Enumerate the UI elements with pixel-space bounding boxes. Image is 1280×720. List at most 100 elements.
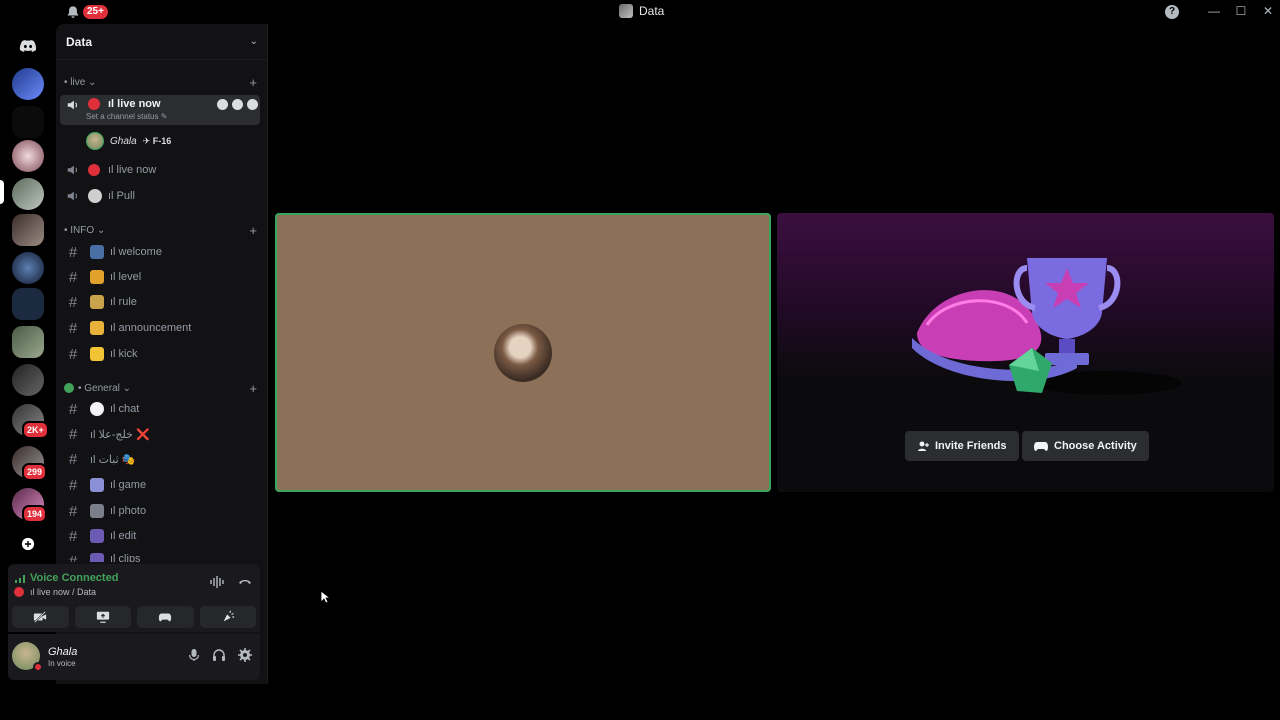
- hashtag-icon: #: [68, 425, 78, 443]
- red-circle-icon: [14, 587, 24, 597]
- guild-name: Data: [66, 34, 93, 49]
- mouse-cursor-icon: [320, 590, 330, 604]
- hashtag-icon: #: [68, 476, 78, 494]
- voice-status-text: Voice Connected: [30, 572, 119, 584]
- headphones-icon[interactable]: [212, 648, 226, 662]
- voice-channel-pull[interactable]: ıl Pull: [60, 184, 260, 208]
- hashtag-icon: #: [68, 293, 78, 311]
- trophy-icon: [90, 270, 104, 284]
- noise-suppression-icon[interactable]: [210, 576, 224, 588]
- speaker-icon: [67, 165, 78, 175]
- server-icon[interactable]: [12, 178, 44, 210]
- server-icon[interactable]: [12, 288, 44, 320]
- text-channel-clips[interactable]: # ıl clips: [60, 550, 260, 562]
- text-channel-game[interactable]: # ıl game: [60, 473, 260, 497]
- channel-status-placeholder[interactable]: Set a channel status ✎: [86, 112, 167, 121]
- status-indicator-icon: [33, 662, 43, 672]
- hashtag-icon: #: [68, 553, 78, 562]
- gamepad-icon: [159, 613, 172, 622]
- text-channel-chat[interactable]: # ıl chat: [60, 397, 260, 421]
- bell-icon[interactable]: [66, 5, 80, 19]
- welcome-emoji-icon: [90, 245, 104, 259]
- notification-badge: 25+: [83, 5, 108, 19]
- add-friend-icon: [918, 441, 929, 451]
- category-general[interactable]: • General ⌄ +: [64, 381, 257, 396]
- maximize-button[interactable]: ☐: [1234, 4, 1248, 18]
- text-channel-welcome[interactable]: # ıl welcome: [60, 240, 260, 264]
- text-channel-kick[interactable]: # ıl kick: [60, 342, 260, 366]
- clapper-icon: [90, 553, 104, 562]
- category-live[interactable]: • live ⌄ +: [64, 75, 257, 90]
- gear-icon[interactable]: [247, 99, 258, 110]
- scales-icon: [90, 295, 104, 309]
- close-button[interactable]: ✕: [1261, 4, 1275, 18]
- choose-activity-button[interactable]: Choose Activity: [1022, 431, 1149, 461]
- hashtag-icon: #: [68, 400, 78, 418]
- text-channel-arabic-1[interactable]: # ıl خلج-علا ❌: [60, 422, 260, 446]
- hashtag-icon: #: [68, 319, 78, 337]
- hashtag-icon: #: [68, 450, 78, 468]
- user-status: In voice: [48, 659, 76, 668]
- selected-server-indicator: [0, 180, 4, 204]
- clock-icon: [88, 189, 102, 203]
- voice-connection-panel: Voice Connected ıl live now / Data: [8, 564, 260, 632]
- add-channel-icon[interactable]: +: [249, 223, 257, 238]
- bell-emoji-icon: [90, 347, 104, 361]
- minimize-button[interactable]: —: [1207, 4, 1221, 18]
- disconnect-icon[interactable]: [238, 576, 252, 588]
- server-icon[interactable]: [12, 214, 44, 246]
- dice-icon: [90, 478, 104, 492]
- hashtag-icon: #: [68, 243, 78, 261]
- category-info[interactable]: • INFO ⌄ +: [64, 223, 257, 238]
- guild-header[interactable]: Data ⌄: [56, 24, 268, 60]
- soundboard-button[interactable]: [199, 606, 256, 628]
- title-bar: 25+ Data ? — ☐ ✕: [0, 0, 1280, 24]
- text-channel-photo[interactable]: # ıl photo: [60, 499, 260, 523]
- add-channel-icon[interactable]: +: [249, 381, 257, 396]
- server-icon[interactable]: [12, 252, 44, 284]
- server-avatar-icon: [619, 4, 633, 18]
- invite-icon[interactable]: [232, 99, 243, 110]
- share-screen-button[interactable]: [74, 606, 131, 628]
- activity-button[interactable]: [137, 606, 194, 628]
- text-channel-rule[interactable]: # ıl rule: [60, 290, 260, 314]
- server-unread-badge: 194: [22, 505, 48, 523]
- server-icon[interactable]: [12, 106, 44, 138]
- speaker-icon: [67, 191, 78, 201]
- video-tile-participant[interactable]: [275, 213, 771, 492]
- chat-bubble-icon[interactable]: [217, 99, 228, 110]
- voice-location[interactable]: ıl live now / Data: [30, 587, 96, 597]
- server-icon[interactable]: [12, 140, 44, 172]
- username[interactable]: Ghala: [48, 646, 77, 658]
- server-folder-icon[interactable]: [12, 364, 44, 396]
- add-server-icon[interactable]: [12, 528, 44, 560]
- voice-channel-live-now-active[interactable]: ıl live now Set a channel status ✎: [60, 95, 260, 125]
- help-icon[interactable]: ?: [1165, 5, 1179, 19]
- soundboard-icon: [223, 610, 234, 622]
- server-icon[interactable]: [12, 68, 44, 100]
- participant-avatar: [494, 324, 552, 382]
- hashtag-icon: #: [68, 527, 78, 545]
- server-icon[interactable]: [12, 326, 44, 358]
- add-channel-icon[interactable]: +: [249, 75, 257, 90]
- signal-icon[interactable]: [14, 572, 26, 584]
- settings-gear-icon[interactable]: [238, 648, 252, 662]
- camera-icon: [90, 504, 104, 518]
- invite-friends-button[interactable]: Invite Friends: [905, 431, 1019, 461]
- film-icon: [90, 529, 104, 543]
- text-channel-edit[interactable]: # ıl edit: [60, 524, 260, 548]
- voice-participant[interactable]: Ghala ✈ F-16: [86, 132, 171, 150]
- camera-off-button[interactable]: [12, 606, 69, 628]
- microphone-icon[interactable]: [188, 648, 200, 662]
- text-channel-announcement[interactable]: # ıl announcement: [60, 316, 260, 340]
- speaker-icon: [67, 100, 78, 110]
- voice-channel-live-now[interactable]: ıl live now: [60, 158, 260, 182]
- user-panel: Ghala In voice: [8, 634, 260, 680]
- channel-sidebar: Data ⌄ • live ⌄ + ıl live now Set a chan…: [8, 24, 268, 684]
- red-circle-icon: [88, 164, 100, 176]
- text-channel-arabic-2[interactable]: # ıl ثبات 🎭: [60, 447, 260, 471]
- text-channel-level[interactable]: # ıl level: [60, 265, 260, 289]
- avatar: [86, 132, 104, 150]
- discord-home-icon[interactable]: [12, 30, 44, 62]
- hashtag-icon: #: [68, 502, 78, 520]
